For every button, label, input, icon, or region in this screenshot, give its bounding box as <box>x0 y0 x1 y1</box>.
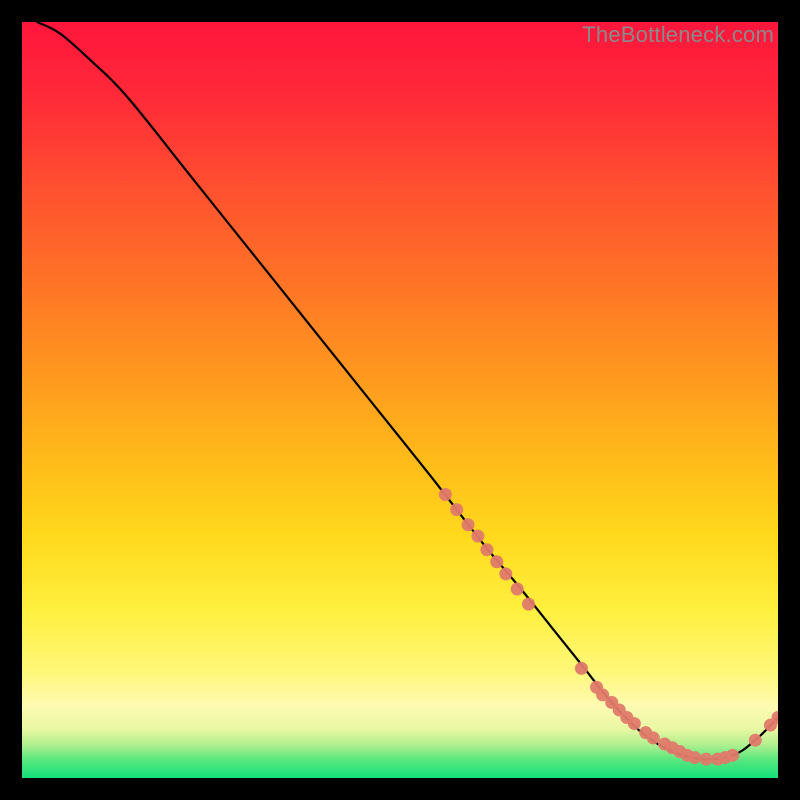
data-point <box>450 503 463 516</box>
data-point <box>511 583 524 596</box>
data-point <box>700 753 713 766</box>
data-point <box>726 749 739 762</box>
data-point <box>490 555 503 568</box>
watermark-text: TheBottleneck.com <box>582 22 774 48</box>
data-point <box>575 662 588 675</box>
data-point <box>439 488 452 501</box>
data-point <box>688 751 701 764</box>
data-point <box>462 518 475 531</box>
data-point <box>499 567 512 580</box>
data-point <box>480 543 493 556</box>
chart-plot <box>22 22 778 778</box>
data-point <box>628 717 641 730</box>
data-point <box>471 530 484 543</box>
data-point <box>749 734 762 747</box>
data-point <box>647 731 660 744</box>
data-point <box>522 598 535 611</box>
chart-frame: TheBottleneck.com <box>22 22 778 778</box>
gradient-background <box>22 22 778 778</box>
